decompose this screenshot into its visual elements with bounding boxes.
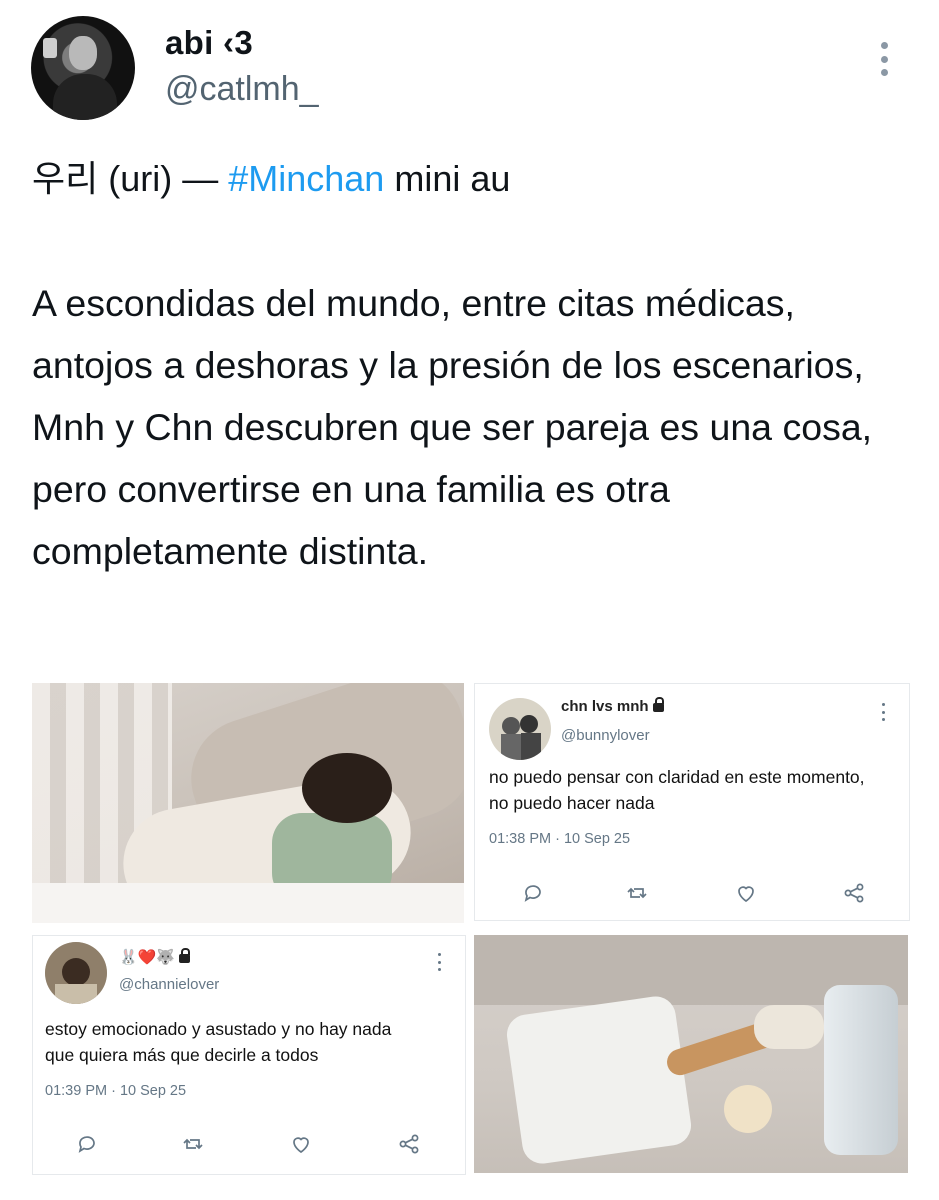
card-display-name: 🐰❤️🐺 bbox=[119, 948, 191, 966]
like-icon[interactable] bbox=[734, 881, 758, 905]
embedded-tweet-card-2[interactable]: 🐰❤️🐺 @channielover estoy emocionado y as… bbox=[32, 935, 466, 1175]
card-more-icon[interactable] bbox=[436, 953, 442, 971]
card-text: estoy emocionado y asustado y no hay nad… bbox=[45, 1019, 392, 1065]
card-handle: @channielover bbox=[119, 976, 220, 993]
hashtag-link[interactable]: #Minchan bbox=[228, 158, 384, 199]
title-prefix: 우리 (uri) — bbox=[32, 158, 229, 199]
tweet-body: A escondidas del mundo, entre citas médi… bbox=[32, 282, 873, 572]
card-display-name: chn lvs mnh bbox=[561, 697, 664, 715]
embedded-tweet-card-1[interactable]: chn lvs mnh @bunnylover no puedo pensar … bbox=[474, 683, 910, 921]
tweet-title-line: 우리 (uri) — #Minchan mini au bbox=[32, 154, 510, 204]
card-handle: @bunnylover bbox=[561, 727, 650, 744]
card-avatar-image bbox=[501, 715, 541, 760]
reply-icon[interactable] bbox=[75, 1132, 99, 1156]
card-timestamp: 01:38 PM · 10 Sep 25 bbox=[489, 831, 631, 847]
share-icon[interactable] bbox=[397, 1132, 421, 1156]
author-display-name[interactable]: abi ‹3 bbox=[165, 24, 253, 62]
lock-icon bbox=[652, 697, 664, 712]
lock-icon bbox=[179, 948, 191, 963]
title-suffix: mini au bbox=[384, 158, 511, 199]
media-photo-baby-items[interactable] bbox=[474, 935, 908, 1173]
retweet-icon[interactable] bbox=[181, 1132, 205, 1156]
share-icon[interactable] bbox=[842, 881, 866, 905]
card-avatar-image bbox=[45, 942, 107, 1004]
card-timestamp: 01:39 PM · 10 Sep 25 bbox=[45, 1083, 187, 1099]
more-options-icon[interactable] bbox=[872, 42, 896, 76]
like-icon[interactable] bbox=[289, 1132, 313, 1156]
card-avatar bbox=[45, 942, 107, 1004]
author-avatar[interactable] bbox=[31, 16, 135, 120]
media-photo-baby[interactable] bbox=[32, 683, 464, 923]
author-handle[interactable]: @catlmh_ bbox=[165, 70, 319, 109]
reply-icon[interactable] bbox=[521, 881, 545, 905]
retweet-icon[interactable] bbox=[625, 881, 649, 905]
card-text: no puedo pensar con claridad en este mom… bbox=[489, 767, 865, 813]
card-avatar bbox=[489, 698, 551, 760]
card-more-icon[interactable] bbox=[880, 703, 886, 721]
